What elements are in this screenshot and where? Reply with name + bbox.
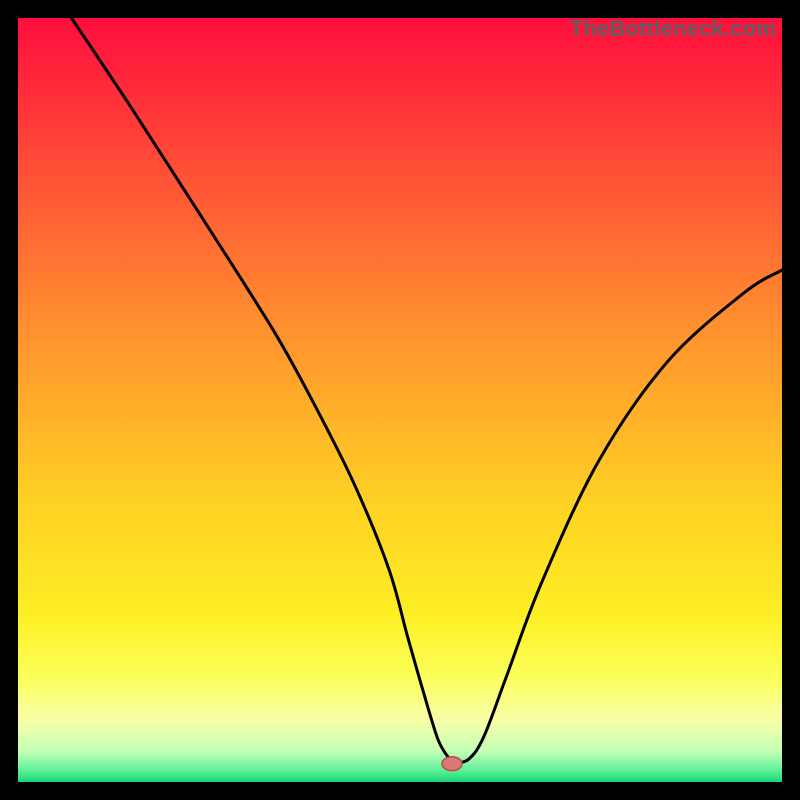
chart-frame: TheBottleneck.com: [18, 18, 782, 782]
watermark-text: TheBottleneck.com: [570, 16, 776, 42]
gradient-background: [18, 18, 782, 782]
bottleneck-chart: [18, 18, 782, 782]
optimal-point-marker: [442, 757, 462, 771]
